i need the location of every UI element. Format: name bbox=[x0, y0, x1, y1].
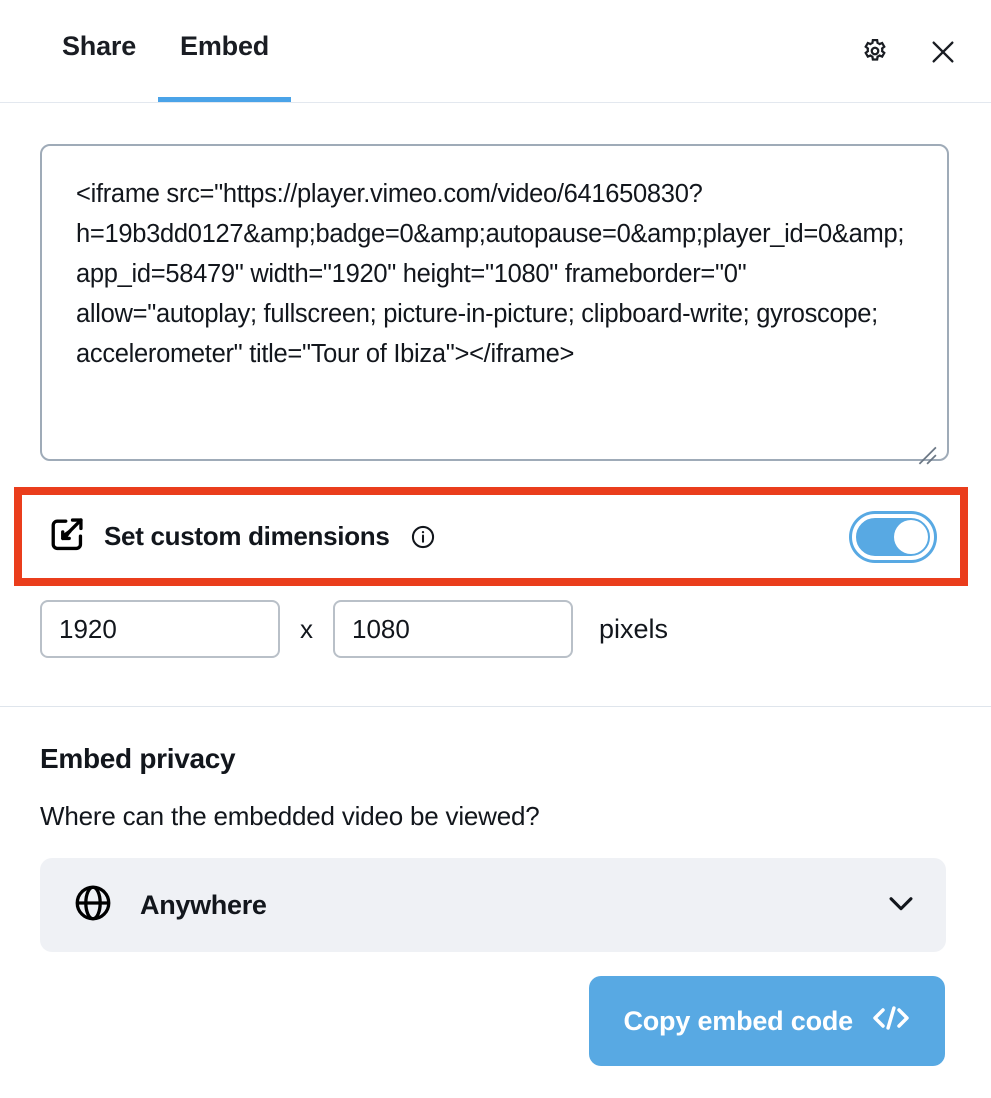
custom-dimensions-toggle[interactable] bbox=[852, 514, 934, 560]
embed-dialog: Share Embed <iframe src="https://player.… bbox=[0, 0, 991, 1098]
chevron-down-icon[interactable] bbox=[884, 886, 918, 925]
privacy-subtitle: Where can the embedded video be viewed? bbox=[40, 801, 951, 832]
copy-embed-code-button[interactable]: Copy embed code bbox=[589, 976, 945, 1066]
dimension-separator: x bbox=[300, 614, 313, 645]
dialog-footer: Copy embed code bbox=[0, 952, 991, 1066]
copy-embed-code-label: Copy embed code bbox=[623, 1006, 853, 1037]
privacy-heading: Embed privacy bbox=[40, 743, 951, 775]
close-icon[interactable] bbox=[923, 32, 963, 72]
info-icon[interactable] bbox=[410, 524, 436, 550]
width-input[interactable] bbox=[40, 600, 280, 658]
expand-arrow-icon bbox=[48, 515, 86, 558]
globe-icon bbox=[72, 882, 114, 929]
dialog-header: Share Embed bbox=[0, 0, 991, 103]
gear-icon[interactable] bbox=[855, 32, 895, 72]
embed-code-section: <iframe src="https://player.vimeo.com/vi… bbox=[0, 103, 991, 461]
height-input[interactable] bbox=[333, 600, 573, 658]
custom-dimensions-label-group: Set custom dimensions bbox=[48, 515, 852, 558]
embed-code-textarea[interactable]: <iframe src="https://player.vimeo.com/vi… bbox=[40, 144, 949, 461]
toggle-knob bbox=[894, 520, 928, 554]
privacy-select[interactable]: Anywhere bbox=[40, 858, 946, 952]
tab-embed[interactable]: Embed bbox=[158, 0, 291, 102]
dimension-inputs: x pixels bbox=[0, 586, 991, 658]
header-actions bbox=[855, 32, 963, 72]
tab-share[interactable]: Share bbox=[40, 0, 158, 102]
set-custom-dimensions-row[interactable]: Set custom dimensions bbox=[14, 487, 968, 586]
code-brackets-icon bbox=[871, 1001, 911, 1042]
dimension-unit-label: pixels bbox=[599, 614, 668, 645]
embed-privacy-section: Embed privacy Where can the embedded vid… bbox=[0, 707, 991, 952]
tab-list: Share Embed bbox=[0, 0, 291, 102]
privacy-select-value: Anywhere bbox=[140, 890, 884, 921]
custom-dimensions-label: Set custom dimensions bbox=[104, 521, 390, 552]
